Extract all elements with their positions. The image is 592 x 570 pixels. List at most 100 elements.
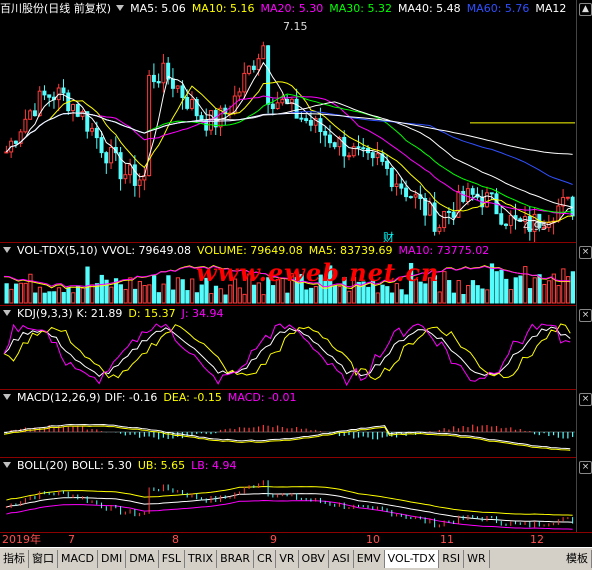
tab-模板[interactable]: 模板 bbox=[563, 550, 592, 568]
chart-title[interactable]: 百川股份(日线 前复权) bbox=[0, 2, 111, 15]
tab-obv[interactable]: OBV bbox=[299, 550, 329, 568]
tab-dmi[interactable]: DMI bbox=[98, 550, 127, 568]
candle-body bbox=[104, 152, 109, 164]
dropdown-triangle-icon[interactable] bbox=[3, 310, 11, 316]
tab-fsl[interactable]: FSL bbox=[159, 550, 185, 568]
tab-指标[interactable]: 指标 bbox=[0, 550, 29, 568]
volume-bar bbox=[304, 289, 309, 304]
candle-body bbox=[318, 118, 323, 133]
candle-body bbox=[342, 136, 347, 157]
volume-bar bbox=[166, 275, 171, 304]
legend-item: MACD: -0.01 bbox=[227, 391, 297, 404]
close-icon[interactable]: × bbox=[579, 246, 592, 259]
candle-body bbox=[394, 183, 399, 187]
volume-bar bbox=[546, 280, 552, 304]
boll-indicator-name[interactable]: BOLL(20) bbox=[17, 459, 68, 472]
candle-body bbox=[132, 164, 137, 186]
volume-bar bbox=[313, 286, 319, 304]
legend-item: VVOL: 79649.08 bbox=[101, 244, 192, 257]
low-price-label: 4.95 bbox=[523, 220, 548, 233]
candle-body bbox=[389, 167, 394, 187]
volume-bar bbox=[47, 291, 52, 304]
candle-body bbox=[161, 62, 166, 84]
vol-legend: VVOL: 79649.08 VOLUME: 79649.08 MA5: 83739… bbox=[102, 244, 496, 257]
ma-legend: MA5: 5.06 MA10: 5.16 MA20: 5.30 MA30: 5.32 M… bbox=[130, 2, 572, 15]
tab-emv[interactable]: EMV bbox=[354, 550, 385, 568]
volume-bar bbox=[475, 285, 480, 304]
tab-asi[interactable]: ASI bbox=[329, 550, 354, 568]
candle-body bbox=[256, 58, 261, 70]
legend-item: MA5: 5.06 bbox=[130, 2, 186, 15]
legend-item: DEA: -0.15 bbox=[163, 391, 222, 404]
legend-item: MA12 bbox=[535, 2, 567, 15]
macd-indicator-name[interactable]: MACD(12,26,9) bbox=[17, 391, 101, 404]
volume-bar bbox=[532, 277, 537, 304]
price-chart[interactable] bbox=[0, 16, 577, 245]
candle-body bbox=[323, 131, 328, 136]
tab-vol-tdx[interactable]: VOL-TDX bbox=[384, 550, 440, 568]
tab-dma[interactable]: DMA bbox=[126, 550, 159, 568]
up-arrow-icon[interactable]: ▲ bbox=[579, 3, 592, 16]
candle-body bbox=[399, 183, 404, 189]
tab-wr[interactable]: WR bbox=[464, 550, 490, 568]
vol-indicator-name[interactable]: VOL-TDX(5,10) bbox=[17, 244, 98, 257]
volume-bar bbox=[171, 289, 176, 304]
volume-bar bbox=[285, 292, 290, 304]
tab-vr[interactable]: VR bbox=[276, 550, 299, 568]
panel-separator bbox=[0, 305, 592, 306]
kdj-indicator-name[interactable]: KDJ(9,3,3) bbox=[17, 307, 73, 320]
volume-bar bbox=[156, 292, 162, 304]
tab-rsi[interactable]: RSI bbox=[439, 550, 465, 568]
candle-body bbox=[170, 78, 175, 89]
volume-bar bbox=[128, 277, 133, 304]
volume-bar bbox=[523, 266, 528, 304]
volume-bar bbox=[404, 294, 409, 304]
dropdown-triangle-icon[interactable] bbox=[3, 247, 11, 253]
legend-item: D: 15.37 bbox=[128, 307, 176, 320]
candle-body bbox=[261, 45, 266, 60]
dropdown-triangle-icon[interactable] bbox=[3, 462, 11, 468]
dropdown-triangle-icon[interactable] bbox=[116, 5, 125, 11]
legend-item: VOLUME: 79649.08 bbox=[197, 244, 303, 257]
volume-bar bbox=[9, 288, 14, 304]
candle-body bbox=[304, 118, 309, 122]
date-label: 12 bbox=[530, 533, 544, 546]
indicator-tab-bar: 指标 窗口 MACD DMI DMA FSL TRIX BRAR CR VR OBV ASI EMV VO… bbox=[0, 547, 592, 570]
macd-chart[interactable] bbox=[0, 406, 577, 456]
candle-body bbox=[356, 146, 361, 149]
legend-item: K: 21.89 bbox=[76, 307, 123, 320]
volume-bar bbox=[180, 279, 185, 304]
dropdown-triangle-icon[interactable] bbox=[3, 394, 11, 400]
kdj-legend: K: 21.89 D: 15.37 J: 34.94 bbox=[77, 307, 230, 320]
volume-bar bbox=[132, 288, 138, 304]
candle-body bbox=[247, 65, 252, 74]
volume-bar bbox=[451, 292, 457, 304]
legend-item: J: 34.94 bbox=[181, 307, 224, 320]
volume-bar bbox=[399, 289, 404, 304]
volume-bar bbox=[437, 291, 442, 304]
close-icon[interactable]: × bbox=[579, 309, 592, 322]
boll-mid bbox=[6, 492, 573, 523]
boll-chart[interactable] bbox=[0, 474, 577, 530]
volume-bar bbox=[142, 285, 147, 304]
legend-item: MA10: 73775.02 bbox=[398, 244, 490, 257]
high-price-label: 7.15 bbox=[283, 20, 308, 33]
panel-separator bbox=[0, 457, 592, 458]
close-icon[interactable]: × bbox=[579, 461, 592, 474]
close-icon[interactable]: × bbox=[579, 393, 592, 406]
volume-bar bbox=[489, 263, 495, 304]
volume-bar bbox=[185, 290, 190, 304]
tab-brar[interactable]: BRAR bbox=[217, 550, 255, 568]
tab-macd[interactable]: MACD bbox=[58, 550, 98, 568]
volume-bar bbox=[542, 283, 547, 304]
tab-cr[interactable]: CR bbox=[254, 550, 277, 568]
candle-body bbox=[180, 85, 185, 98]
kdj-line bbox=[3, 323, 571, 387]
kdj-chart[interactable] bbox=[0, 322, 577, 388]
candle-body bbox=[80, 111, 85, 117]
volume-bar bbox=[23, 282, 28, 304]
tab-窗口[interactable]: 窗口 bbox=[29, 550, 58, 568]
volume-bar bbox=[456, 280, 461, 304]
volume-bar bbox=[199, 284, 204, 304]
tab-trix[interactable]: TRIX bbox=[185, 550, 218, 568]
